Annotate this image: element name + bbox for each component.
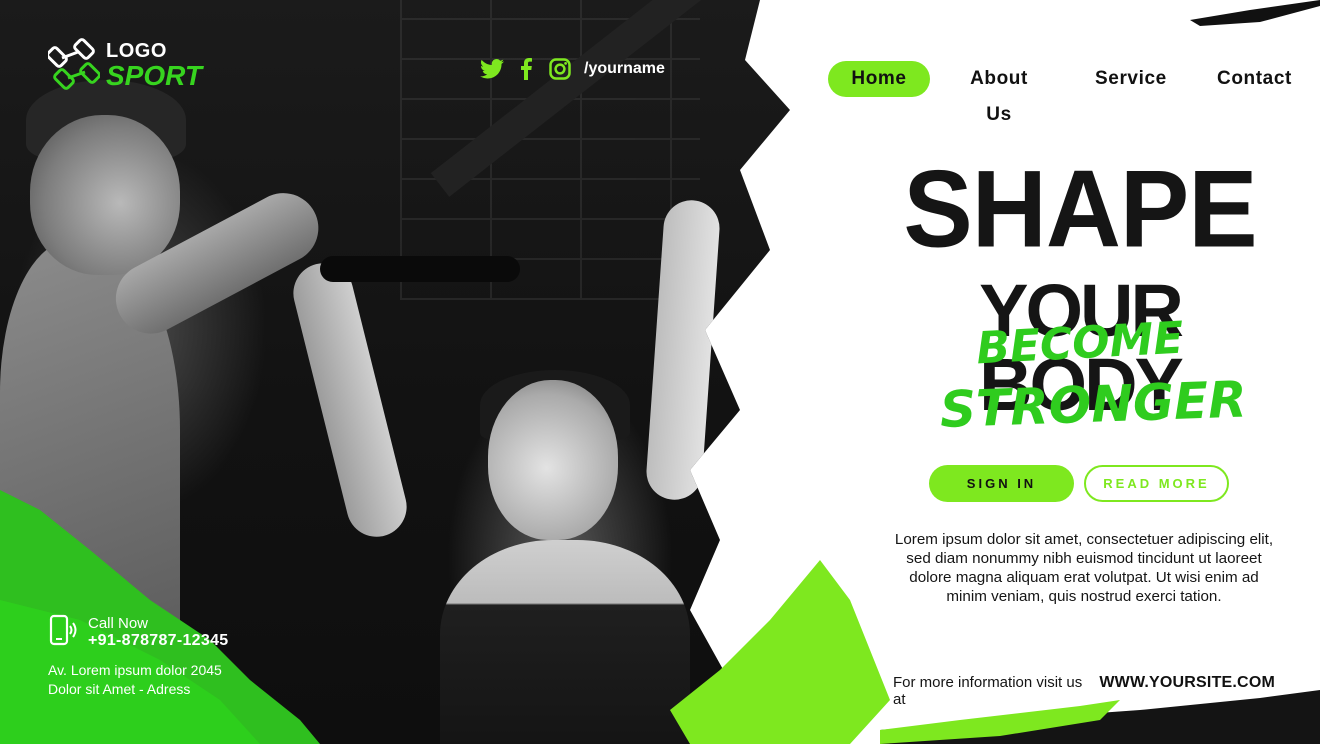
trainer-head [30,115,180,275]
phone-icon [48,614,80,651]
athlete-head [488,380,618,540]
facebook-icon[interactable] [514,57,538,81]
athlete-body [440,540,690,744]
logo-top-text: LOGO [106,39,167,62]
call-now[interactable]: Call Now +91-878787-12345 [48,614,228,651]
address-line-1: Av. Lorem ipsum dolor 2045 [48,662,222,678]
nav-home[interactable]: Home [828,61,930,97]
phone-number[interactable]: +91-878787-12345 [88,632,228,650]
brick-wall [400,0,700,300]
logo[interactable]: LOGO SPORT [48,38,202,92]
nav-service[interactable]: Service [1095,61,1166,97]
call-label: Call Now [88,614,149,632]
sign-in-button[interactable]: SIGN IN [929,465,1074,502]
logo-bottom-text: SPORT [106,59,202,91]
pulldown-bar [320,256,520,282]
dumbbell-icon [48,38,100,92]
website-link[interactable]: WWW.YOURSITE.COM [1099,674,1275,692]
social-handle[interactable]: /yourname [584,60,665,78]
headline-become: BECOME [975,312,1185,375]
nav-about-us[interactable]: About Us [959,61,1039,125]
twitter-icon[interactable] [480,57,504,81]
logo-text: LOGO SPORT [106,41,202,90]
read-more-button[interactable]: READ MORE [1084,465,1229,502]
more-info-text: For more information visit us at [893,674,1083,708]
call-text: Call Now +91-878787-12345 [88,615,228,651]
instagram-icon[interactable] [548,57,572,81]
social-links: /yourname [480,57,665,81]
main-nav: Home About Us Service Contact [828,61,1291,125]
hero-description: Lorem ipsum dolor sit amet, consectetuer… [894,531,1274,605]
more-info: For more information visit us at WWW.YOU… [893,674,1275,708]
headline-shape: SHAPE [903,149,1257,271]
dark-brush-top [1190,0,1320,26]
address: Av. Lorem ipsum dolor 2045 Dolor sit Ame… [48,661,222,699]
address-line-2: Dolor sit Amet - Adress [48,681,191,697]
athlete-left-arm [287,256,413,544]
headline-stronger: STRONGER [939,370,1248,440]
nav-contact[interactable]: Contact [1217,61,1291,97]
